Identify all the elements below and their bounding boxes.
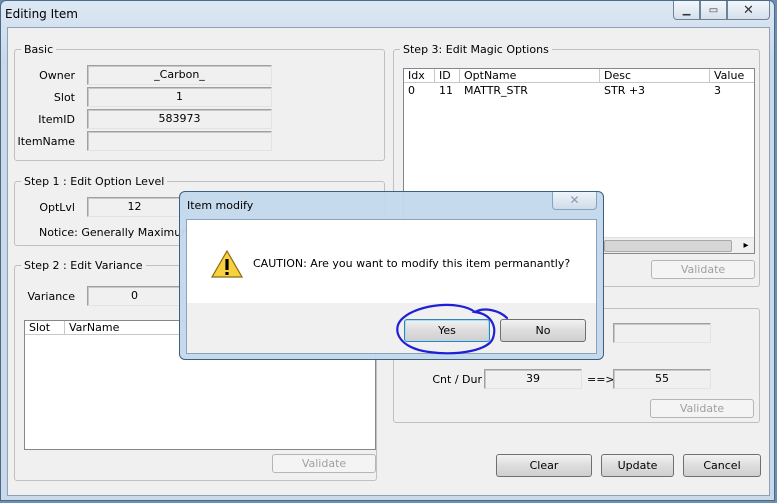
close-icon: ✕ bbox=[569, 193, 580, 207]
step4-validate-button[interactable]: Validate bbox=[650, 399, 754, 418]
step2-validate-button[interactable]: Validate bbox=[272, 454, 376, 473]
maximize-button[interactable]: ▭ bbox=[700, 1, 727, 20]
dialog-close-button[interactable]: ✕ bbox=[552, 192, 597, 210]
cell-desc: STR +3 bbox=[604, 84, 646, 97]
cancel-button[interactable]: Cancel bbox=[683, 454, 761, 477]
dialog-message-area: CAUTION: Are you want to modify this ite… bbox=[187, 220, 596, 303]
maximize-icon: ▭ bbox=[708, 4, 719, 16]
itemname-field[interactable] bbox=[87, 131, 272, 151]
close-icon: ✕ bbox=[743, 2, 754, 18]
column-header-value[interactable]: Value bbox=[710, 69, 754, 83]
update-button[interactable]: Update bbox=[601, 454, 674, 477]
window-title: Editing Item bbox=[5, 7, 78, 21]
arrow-right-icon: ▸ bbox=[743, 240, 749, 251]
column-header-idx[interactable]: Idx bbox=[404, 69, 435, 83]
cell-id: 11 bbox=[439, 84, 453, 97]
owner-field[interactable]: _Carbon_ bbox=[87, 65, 272, 85]
basic-legend: Basic bbox=[21, 43, 57, 56]
close-button[interactable]: ✕ bbox=[727, 1, 770, 20]
extra-field[interactable] bbox=[613, 323, 711, 343]
column-header-optname[interactable]: OptName bbox=[460, 69, 600, 83]
clear-button[interactable]: Clear bbox=[496, 454, 592, 477]
scroll-right-button[interactable]: ▸ bbox=[738, 238, 754, 253]
item-modify-dialog: Item modify ✕ CAUTION: Are you want to m… bbox=[179, 191, 604, 360]
step1-legend: Step 1 : Edit Option Level bbox=[21, 175, 168, 188]
optlvl-label: OptLvl bbox=[39, 201, 75, 214]
itemname-label: ItemName bbox=[17, 135, 76, 148]
step3-validate-button[interactable]: Validate bbox=[651, 260, 755, 279]
optlvl-field[interactable]: 12 bbox=[87, 197, 182, 217]
variance-label: Variance bbox=[27, 290, 75, 303]
column-header-varname[interactable]: VarName bbox=[65, 321, 185, 335]
cntdur-label: Cnt / Dur bbox=[432, 373, 482, 386]
dialog-message: CAUTION: Are you want to modify this ite… bbox=[253, 257, 571, 270]
cell-optname: MATTR_STR bbox=[464, 84, 528, 97]
step3-legend: Step 3: Edit Magic Options bbox=[400, 43, 552, 56]
dur-field[interactable]: 55 bbox=[613, 369, 711, 389]
warning-icon bbox=[211, 250, 243, 278]
column-header-desc[interactable]: Desc bbox=[600, 69, 710, 83]
dialog-title: Item modify bbox=[187, 199, 254, 212]
no-button[interactable]: No bbox=[500, 319, 586, 342]
caption-buttons: ▁ ▭ ✕ bbox=[673, 1, 770, 20]
column-header-slot[interactable]: Slot bbox=[25, 321, 65, 335]
slot-label: Slot bbox=[53, 91, 75, 104]
column-header-id[interactable]: ID bbox=[435, 69, 460, 83]
itemid-label: ItemID bbox=[38, 113, 75, 126]
scrollbar-thumb[interactable] bbox=[604, 240, 732, 252]
minimize-icon: ▁ bbox=[682, 4, 691, 16]
cell-value: 3 bbox=[714, 84, 721, 97]
hand-drawn-annotation bbox=[396, 303, 509, 355]
step2-legend: Step 2 : Edit Variance bbox=[21, 259, 146, 272]
variance-field[interactable]: 0 bbox=[87, 286, 182, 306]
cell-idx: 0 bbox=[408, 84, 415, 97]
owner-label: Owner bbox=[39, 69, 75, 82]
arrow-text: ==> bbox=[587, 373, 615, 386]
itemid-field[interactable]: 583973 bbox=[87, 109, 272, 129]
basic-group: Basic Owner _Carbon_ Slot 1 ItemID 58397… bbox=[14, 43, 385, 161]
minimize-button[interactable]: ▁ bbox=[673, 1, 700, 20]
cnt-field[interactable]: 39 bbox=[484, 369, 582, 389]
slot-field[interactable]: 1 bbox=[87, 87, 272, 107]
table-row[interactable]: 0 11 MATTR_STR STR +3 3 bbox=[404, 84, 754, 98]
